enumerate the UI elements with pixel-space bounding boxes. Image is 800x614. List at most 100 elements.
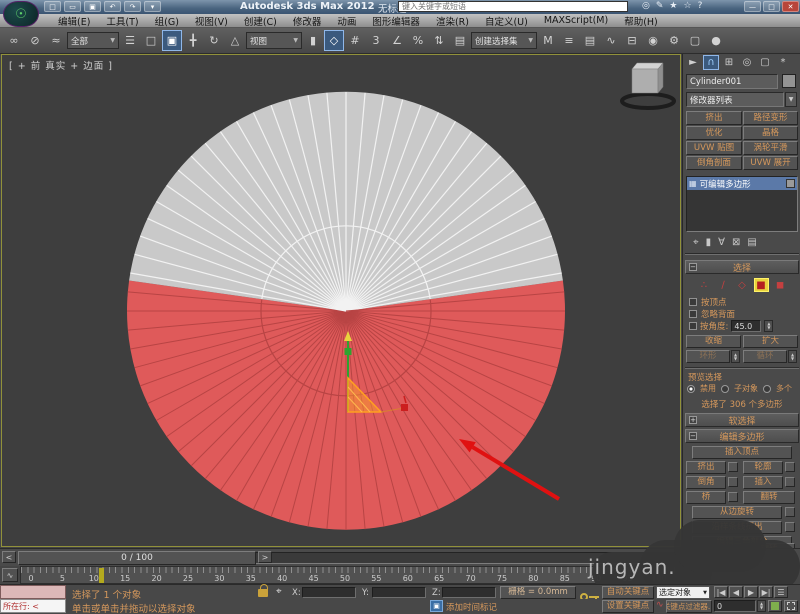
add-time-tag[interactable]: 添加时间标记 bbox=[446, 601, 497, 613]
time-config-icon[interactable]: ☰ bbox=[774, 586, 788, 598]
menu-maxscript[interactable]: MAXScript(M) bbox=[536, 14, 616, 28]
select-and-rotate-icon[interactable]: ↻ bbox=[204, 30, 224, 51]
by-angle-spinner[interactable]: ▲▼ bbox=[764, 320, 773, 332]
layer-manager-icon[interactable]: ▤ bbox=[580, 30, 600, 51]
track-bar-ruler[interactable]: 0510152025303540455055606570758085909510… bbox=[20, 566, 680, 584]
remove-modifier-icon[interactable]: ⊠ bbox=[732, 237, 740, 248]
menu-help[interactable]: 帮助(H) bbox=[616, 14, 666, 28]
menu-views[interactable]: 视图(V) bbox=[187, 14, 236, 28]
bridge-button[interactable]: 桥 bbox=[686, 491, 726, 504]
frame-spinner[interactable]: ▲▼ bbox=[757, 600, 766, 612]
pin-stack-icon[interactable]: ⌖ bbox=[693, 237, 699, 248]
viewcube[interactable] bbox=[622, 63, 674, 108]
object-color-swatch[interactable] bbox=[782, 74, 796, 88]
ring-spinner[interactable]: ▲▼ bbox=[731, 350, 740, 363]
configure-modifier-sets-icon[interactable]: ▤ bbox=[747, 237, 756, 248]
select-and-scale-icon[interactable]: △ bbox=[225, 30, 245, 51]
time-slider-left-arrow[interactable]: < bbox=[2, 551, 16, 563]
maximize-button[interactable]: □ bbox=[763, 1, 780, 12]
time-slider-right-arrow[interactable]: > bbox=[258, 551, 272, 563]
material-editor-icon[interactable]: ◉ bbox=[643, 30, 663, 51]
by-vertex-checkbox[interactable] bbox=[689, 298, 697, 306]
prev-frame-icon[interactable]: ◀ bbox=[729, 586, 743, 598]
bevel-profile-button[interactable]: 倒角剖面 bbox=[686, 156, 742, 170]
inset-settings-icon[interactable] bbox=[785, 477, 795, 487]
gizmo-x-handle[interactable] bbox=[401, 404, 408, 411]
star-icon[interactable]: ☆ bbox=[683, 1, 691, 11]
edit-named-selection-sets-icon[interactable]: ▤ bbox=[450, 30, 470, 51]
make-unique-icon[interactable]: ∀ bbox=[718, 237, 725, 248]
render-setup-icon[interactable]: ⚙ bbox=[664, 30, 684, 51]
turbosmooth-button[interactable]: 涡轮平滑 bbox=[743, 141, 798, 155]
utilities-tab-icon[interactable]: * bbox=[775, 55, 791, 70]
bevel-button[interactable]: 倒角 bbox=[686, 476, 726, 489]
shrink-button[interactable]: 收缩 bbox=[686, 335, 741, 348]
preview-disabled-radio[interactable] bbox=[687, 385, 695, 393]
modifier-list-dropdown[interactable]: 修改器列表 bbox=[686, 92, 784, 107]
frame-marker[interactable] bbox=[99, 568, 104, 583]
unwrap-uvw-button[interactable]: UVW 展开 bbox=[743, 156, 798, 170]
outline-button[interactable]: 轮廓 bbox=[743, 461, 783, 474]
select-by-name-icon[interactable]: ☰ bbox=[120, 30, 140, 51]
render-production-icon[interactable]: ● bbox=[706, 30, 726, 51]
loop-spinner[interactable]: ▲▼ bbox=[788, 350, 797, 363]
favorites-icon[interactable]: ★ bbox=[669, 1, 677, 11]
menu-rendering[interactable]: 渲染(R) bbox=[428, 14, 477, 28]
selection-filter-dropdown[interactable]: 全部▼ bbox=[67, 32, 119, 49]
flip-button[interactable]: 翻转 bbox=[743, 491, 795, 504]
help-icon[interactable]: ? bbox=[698, 1, 703, 11]
ring-button[interactable]: 环形 bbox=[686, 350, 730, 363]
inset-button[interactable]: 插入 bbox=[743, 476, 783, 489]
menu-graph-editors[interactable]: 图形编辑器 bbox=[364, 14, 428, 28]
extrude-modifier-button[interactable]: 挤出 bbox=[686, 111, 742, 125]
maxscript-mini-listener[interactable]: 所在行: < bbox=[0, 599, 66, 613]
search-input[interactable] bbox=[398, 1, 628, 12]
menu-edit[interactable]: 编辑(E) bbox=[50, 14, 98, 28]
go-to-start-icon[interactable]: |◀ bbox=[714, 586, 728, 598]
mirror-icon[interactable]: M bbox=[538, 30, 558, 51]
stack-item-toggle-icon[interactable] bbox=[786, 179, 795, 188]
stack-item-editable-poly[interactable]: 可编辑多边形 bbox=[700, 178, 783, 190]
minimize-button[interactable]: — bbox=[744, 1, 761, 12]
loop-button[interactable]: 循环 bbox=[743, 350, 787, 363]
align-icon[interactable]: ≡ bbox=[559, 30, 579, 51]
menu-group[interactable]: 组(G) bbox=[147, 14, 187, 28]
outline-settings-icon[interactable] bbox=[785, 462, 795, 472]
auto-key-button[interactable]: 自动关键点 bbox=[602, 586, 654, 599]
curve-editor-icon[interactable]: ∿ bbox=[601, 30, 621, 51]
display-tab-icon[interactable]: ▢ bbox=[757, 55, 773, 70]
time-tag-icon[interactable]: ▣ bbox=[430, 600, 443, 612]
save-file-icon[interactable]: ▣ bbox=[84, 1, 101, 12]
create-tab-icon[interactable]: ► bbox=[685, 55, 701, 70]
extrude-settings-icon[interactable] bbox=[728, 462, 738, 472]
object-name-field[interactable]: Cylinder001 bbox=[686, 74, 778, 89]
time-slider-handle[interactable]: 0 / 100 bbox=[18, 551, 256, 565]
selected-filter-dropdown[interactable]: 选定对象▼ bbox=[656, 586, 710, 599]
absolute-mode-icon[interactable]: ⌖ bbox=[276, 586, 282, 597]
viewcube-top-face[interactable] bbox=[632, 63, 663, 69]
new-file-icon[interactable]: □ bbox=[44, 1, 61, 12]
key-filters-button[interactable]: 关键点过滤器... bbox=[666, 600, 712, 613]
undo-icon[interactable]: ↶ bbox=[104, 1, 121, 12]
open-file-icon[interactable]: ▭ bbox=[64, 1, 81, 12]
spline-extrude-settings-icon[interactable] bbox=[785, 522, 795, 532]
ignore-backfacing-row[interactable]: 忽略背面 bbox=[689, 308, 735, 320]
bind-to-spacewarp-icon[interactable]: ≈ bbox=[46, 30, 66, 51]
select-and-move-icon[interactable]: ╋ bbox=[183, 30, 203, 51]
keyboard-override-icon[interactable]: # bbox=[345, 30, 365, 51]
menu-create[interactable]: 创建(C) bbox=[236, 14, 285, 28]
sign-in-icon[interactable]: ✎ bbox=[656, 1, 664, 11]
element-mode-icon[interactable]: ◼ bbox=[773, 278, 788, 292]
bevel-settings-icon[interactable] bbox=[728, 477, 738, 487]
percent-snap-icon[interactable]: % bbox=[408, 30, 428, 51]
modifier-list-arrow-icon[interactable]: ▼ bbox=[785, 92, 797, 107]
menu-tools[interactable]: 工具(T) bbox=[98, 14, 146, 28]
lattice-button[interactable]: 晶格 bbox=[743, 126, 798, 140]
gizmo-y-handle[interactable] bbox=[345, 348, 352, 355]
zoom-extents-icon[interactable] bbox=[768, 600, 782, 612]
menu-animation[interactable]: 动画 bbox=[329, 14, 364, 28]
viewcube-compass[interactable] bbox=[622, 94, 674, 108]
go-to-end-icon[interactable]: ▶| bbox=[759, 586, 773, 598]
hierarchy-tab-icon[interactable]: ⊞ bbox=[721, 55, 737, 70]
schematic-view-icon[interactable]: ⊟ bbox=[622, 30, 642, 51]
